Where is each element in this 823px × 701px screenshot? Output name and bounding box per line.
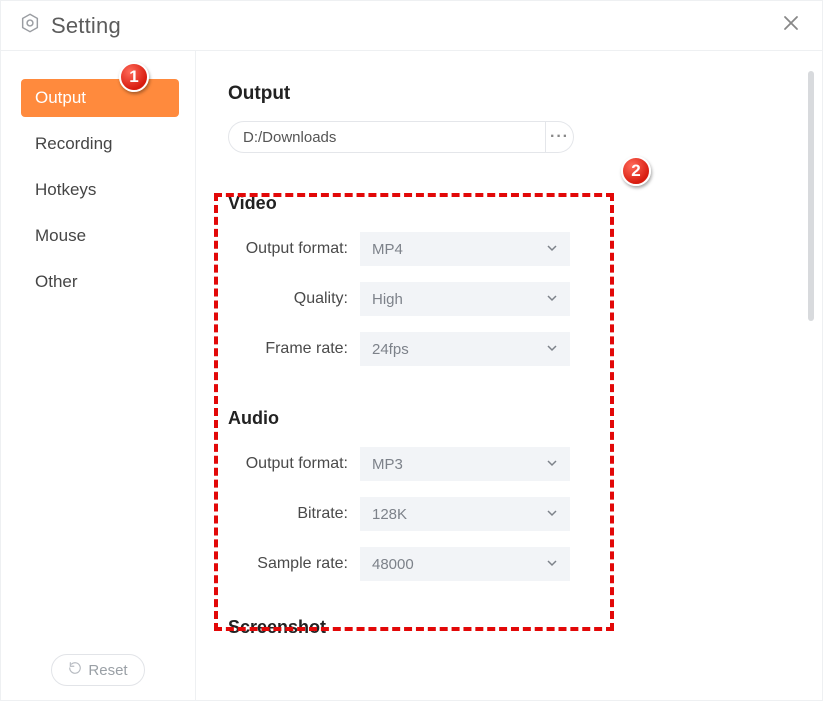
audio-bitrate-row: Bitrate: 128K (228, 497, 786, 531)
annotation-callout-2: 2 (621, 156, 651, 186)
select-value: 24fps (372, 341, 409, 358)
sidebar-item-recording[interactable]: Recording (21, 125, 179, 163)
chevron-down-icon (546, 341, 558, 358)
content-pane: Output ··· Video Output format: MP4 (196, 51, 822, 700)
audio-format-row: Output format: MP3 (228, 447, 786, 481)
audio-bitrate-label: Bitrate: (228, 505, 360, 523)
section-title-video: Video (228, 193, 786, 214)
select-value: MP3 (372, 456, 403, 473)
sidebar-item-other[interactable]: Other (21, 263, 179, 301)
window-title: Setting (51, 13, 121, 39)
reset-button[interactable]: Reset (51, 654, 144, 686)
sidebar-item-output[interactable]: Output (21, 79, 179, 117)
select-value: 48000 (372, 556, 414, 573)
close-button[interactable] (778, 10, 804, 41)
titlebar: Setting (1, 1, 822, 51)
annotation-callout-1: 1 (119, 62, 149, 92)
video-quality-select[interactable]: High (360, 282, 570, 316)
audio-format-label: Output format: (228, 455, 360, 473)
audio-section: Audio Output format: MP3 Bitrate: 128K (228, 408, 786, 581)
chevron-down-icon (546, 241, 558, 258)
scrollbar[interactable] (808, 71, 814, 321)
section-title-audio: Audio (228, 408, 786, 429)
audio-bitrate-select[interactable]: 128K (360, 497, 570, 531)
video-quality-row: Quality: High (228, 282, 786, 316)
sidebar: Output Recording Hotkeys Mouse Other (1, 51, 196, 700)
reset-label: Reset (88, 662, 127, 679)
browse-path-button[interactable]: ··· (546, 121, 574, 153)
sidebar-item-hotkeys[interactable]: Hotkeys (21, 171, 179, 209)
video-format-label: Output format: (228, 240, 360, 258)
video-framerate-label: Frame rate: (228, 340, 360, 358)
sidebar-item-label: Other (35, 272, 78, 292)
output-path-input[interactable] (228, 121, 546, 153)
section-title-output: Output (228, 83, 786, 105)
chevron-down-icon (546, 556, 558, 573)
select-value: MP4 (372, 241, 403, 258)
sidebar-item-label: Hotkeys (35, 180, 96, 200)
video-framerate-select[interactable]: 24fps (360, 332, 570, 366)
sidebar-item-label: Mouse (35, 226, 86, 246)
title-left: Setting (19, 12, 121, 39)
chevron-down-icon (546, 456, 558, 473)
callout-number: 1 (129, 67, 138, 87)
video-section: Video Output format: MP4 Quality: High (228, 193, 786, 366)
select-value: High (372, 291, 403, 308)
chevron-down-icon (546, 506, 558, 523)
video-quality-label: Quality: (228, 290, 360, 308)
section-title-screenshot: Screenshot (228, 617, 786, 638)
reset-icon (68, 661, 82, 679)
audio-samplerate-select[interactable]: 48000 (360, 547, 570, 581)
sidebar-item-label: Output (35, 88, 86, 108)
video-framerate-row: Frame rate: 24fps (228, 332, 786, 366)
output-section: Output ··· (228, 83, 786, 153)
settings-window: Setting Output Recording Hotkeys (0, 0, 823, 701)
select-value: 128K (372, 506, 407, 523)
audio-samplerate-row: Sample rate: 48000 (228, 547, 786, 581)
sidebar-item-label: Recording (35, 134, 113, 154)
audio-format-select[interactable]: MP3 (360, 447, 570, 481)
output-path-row: ··· (228, 121, 786, 153)
ellipsis-icon: ··· (550, 128, 569, 146)
video-format-row: Output format: MP4 (228, 232, 786, 266)
settings-icon (19, 12, 41, 39)
chevron-down-icon (546, 291, 558, 308)
sidebar-item-mouse[interactable]: Mouse (21, 217, 179, 255)
video-format-select[interactable]: MP4 (360, 232, 570, 266)
callout-number: 2 (631, 161, 640, 181)
audio-samplerate-label: Sample rate: (228, 555, 360, 573)
